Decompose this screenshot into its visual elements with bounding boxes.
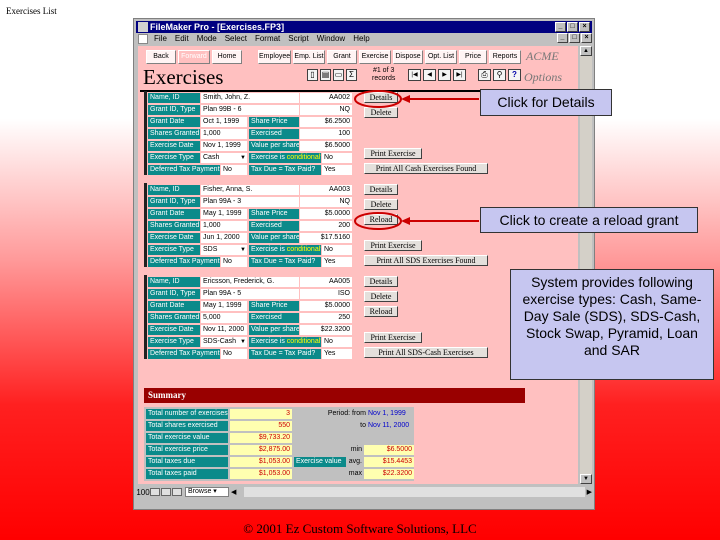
reload-arrow-head <box>401 217 410 225</box>
details-highlight-ellipse <box>354 90 402 108</box>
details-arrow-head <box>401 95 410 103</box>
reload-highlight-ellipse <box>354 212 402 230</box>
annotation-overlay <box>354 90 479 230</box>
slide-footer: © 2001 Ez Custom Software Solutions, LLC <box>243 521 477 536</box>
